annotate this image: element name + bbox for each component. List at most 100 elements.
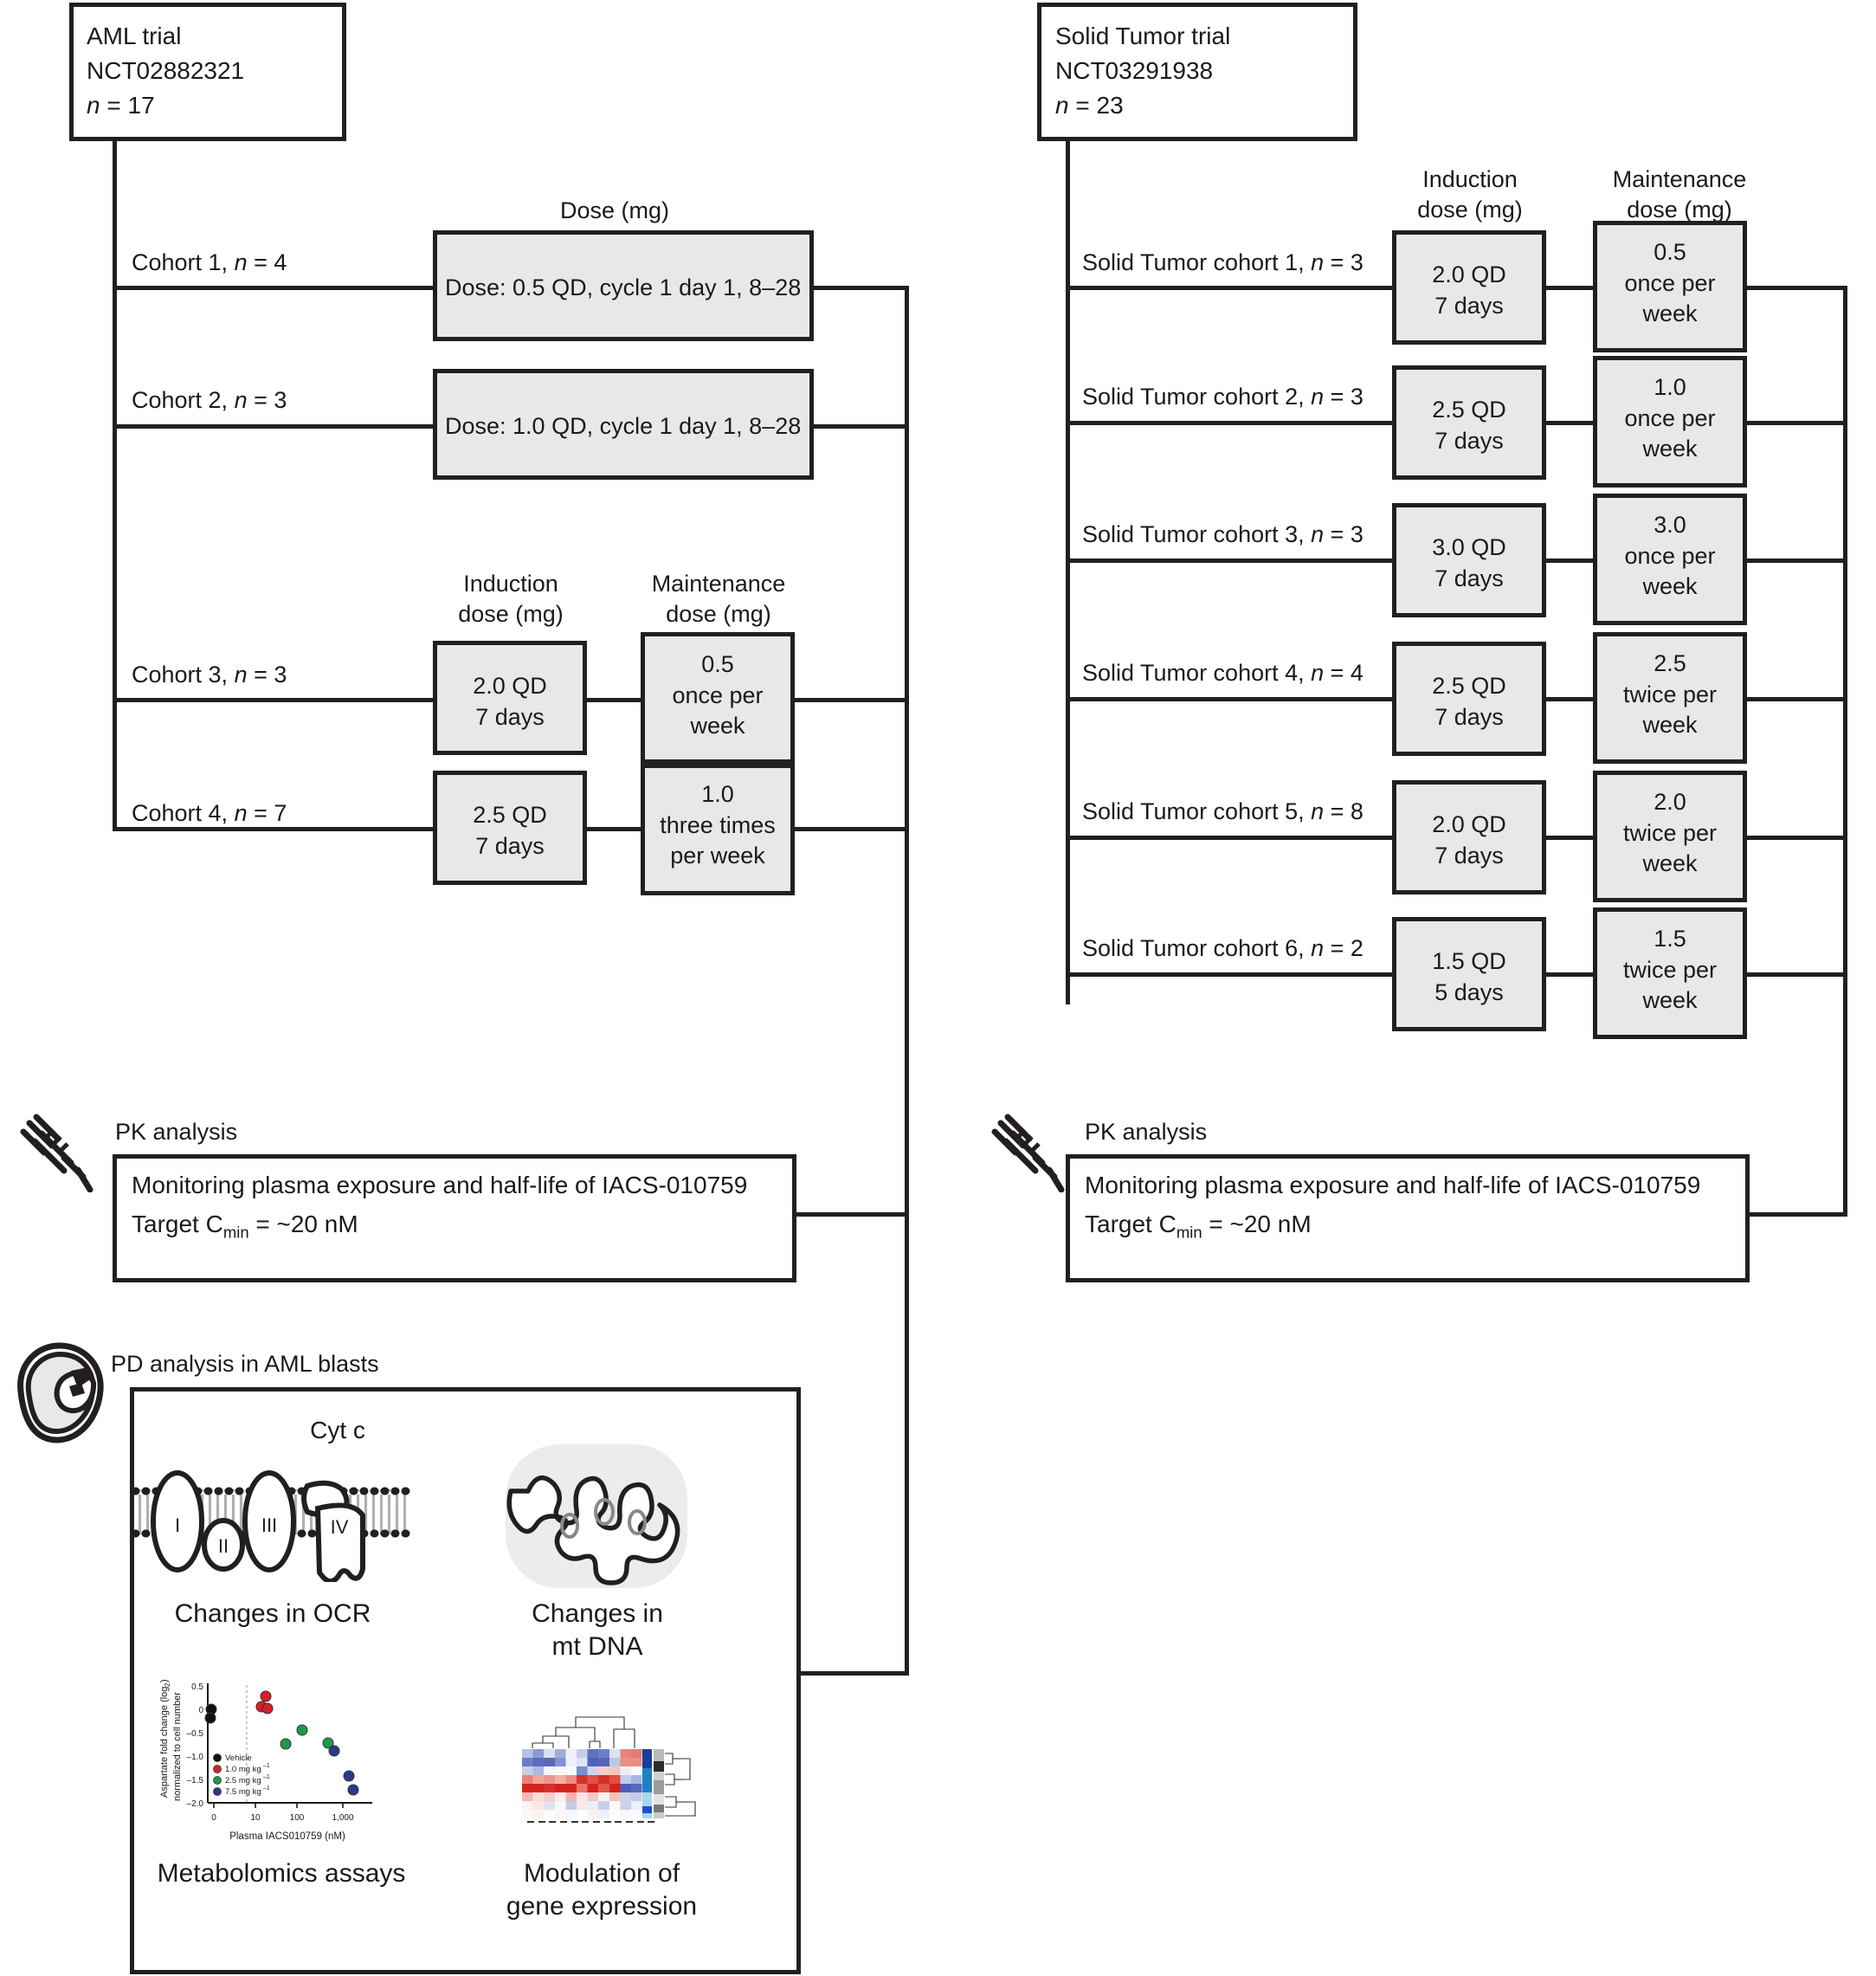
aml-cohort-4-connector [113, 827, 437, 831]
solid-tumor-cohort-4-maintenance-value: 2.5 twice per week [1622, 650, 1718, 739]
aml-cohort-1-label-post: = 4 [247, 249, 287, 275]
aml-trial-title-text: AML trial [87, 23, 182, 49]
aml-trial-n-value: = 17 [106, 91, 155, 119]
solid-tumor-cohort-5-maintenance-text: 2.0 twice per week [1593, 787, 1747, 880]
aml-cohort-3-connector [113, 698, 437, 702]
pd-caption-ocr-text: Changes in OCR [174, 1599, 371, 1628]
pd-cyt-c-label: Cyt c [260, 1415, 416, 1446]
aml-cohort-2-label-post: = 3 [247, 387, 287, 413]
aml-cohort-1-label-n: n [234, 249, 248, 275]
solid-tumor-cohort-6-label-n: n [1311, 935, 1325, 961]
svg-text:): ) [159, 1679, 170, 1682]
aml-cohort-4-maintenance-value: 1.0 three times per week [660, 781, 776, 869]
syringe-icon [991, 1114, 1065, 1192]
solid-tumor-cohort-1-induction-value: 2.0 QD 7 days [1432, 262, 1506, 319]
solid-tumor-cohort-4-connector [1066, 697, 1396, 701]
solid-tumor-cohort-3-label-n: n [1311, 521, 1325, 547]
svg-text:–1: –1 [263, 1786, 270, 1792]
solid-tumor-cohort-3-maintenance-value: 3.0 once per week [1624, 512, 1716, 600]
aml-cohort-2-label-pre: Cohort 2, [132, 387, 235, 413]
aml-trial-title: AML trial NCT02882321 n = 17 [87, 19, 346, 122]
aml-trunk-line [113, 139, 117, 831]
svg-text:Vehicle: Vehicle [225, 1753, 252, 1763]
scatter-plot: Aspartate fold change (log 2 ) normalize… [159, 1679, 372, 1842]
solid-tumor-cohort-3-label: Solid Tumor cohort 3, n = 3 [1082, 520, 1363, 550]
aml-pk-heading-text: PK analysis [115, 1119, 238, 1145]
solid-tumor-cohort-3-connector [1066, 559, 1396, 563]
svg-text:–2.0: –2.0 [187, 1799, 204, 1809]
pd-caption-gene-expression-text: Modulation of gene expression [506, 1859, 698, 1921]
solid-tumor-cohort-2-label-post: = 3 [1324, 384, 1363, 410]
svg-text:Plasma IACS010759 (nM): Plasma IACS010759 (nM) [229, 1831, 345, 1842]
solid-tumor-trial-n-value: = 23 [1075, 91, 1124, 119]
solid-tumor-cohort-3-maintenance-text: 3.0 once per week [1593, 510, 1747, 603]
aml-cohort-2-connector [113, 424, 437, 429]
pd-caption-gene-expression: Modulation of gene expression [476, 1857, 727, 1924]
solid-tumor-cohort-5-induction-value: 2.0 QD 7 days [1432, 811, 1506, 869]
aml-collector-line [905, 286, 909, 1676]
aml-cohort-4-maintenance-text: 1.0 three times per week [641, 779, 795, 872]
aml-pd-heading-text: PD analysis in AML blasts [111, 1351, 379, 1377]
solid-tumor-cohort-4-out-connector [1744, 697, 1847, 701]
solid-tumor-pk-line-2: Target Cmin = ~20 nM [1085, 1206, 1312, 1245]
solid-tumor-pk-line-2-post: = ~20 nM [1202, 1211, 1312, 1237]
solid-tumor-cohort-6-mid-connector [1543, 972, 1596, 977]
solid-tumor-pk-out-connector [1746, 1212, 1847, 1217]
solid-tumor-cohort-6-label-post: = 2 [1324, 935, 1363, 961]
solid-tumor-cohort-2-label: Solid Tumor cohort 2, n = 3 [1082, 382, 1363, 412]
aml-cohort-2-out-connector [810, 424, 909, 429]
solid-tumor-trial-registry-id: NCT03291938 [1055, 56, 1214, 84]
solid-tumor-maintenance-header-text: Maintenance dose (mg) [1612, 166, 1747, 223]
aml-cohort-3-maintenance-value: 0.5 once per week [672, 651, 764, 739]
solid-tumor-trial-n-italic: n [1055, 91, 1069, 119]
solid-tumor-cohort-2-mid-connector [1543, 421, 1596, 425]
solid-tumor-cohort-1-maintenance-text: 0.5 once per week [1593, 237, 1747, 330]
solid-tumor-cohort-1-label: Solid Tumor cohort 1, n = 3 [1082, 248, 1363, 278]
aml-cohort-4-label-n: n [234, 800, 248, 826]
solid-tumor-cohort-5-out-connector [1744, 836, 1847, 840]
solid-tumor-cohort-3-induction-text: 3.0 QD 7 days [1392, 533, 1546, 594]
solid-tumor-trial-title-text: Solid Tumor trial [1055, 23, 1231, 49]
aml-maintenance-header-text: Maintenance dose (mg) [651, 571, 786, 628]
solid-tumor-maintenance-header: Maintenance dose (mg) [1593, 165, 1766, 225]
solid-tumor-pk-line-1-text: Monitoring plasma exposure and half-life… [1085, 1172, 1701, 1198]
solid-tumor-cohort-2-label-n: n [1311, 384, 1325, 410]
aml-pk-line-1-text: Monitoring plasma exposure and half-life… [132, 1172, 748, 1198]
aml-dose-header: Dose (mg) [433, 196, 796, 226]
solid-tumor-cohort-6-maintenance-value: 1.5 twice per week [1622, 926, 1718, 1014]
aml-cohort-2-label: Cohort 2, n = 3 [132, 385, 287, 416]
aml-pk-line-1: Monitoring plasma exposure and half-life… [132, 1167, 747, 1204]
pd-caption-metabolomics: Metabolomics assays [134, 1857, 429, 1890]
aml-cohort-4-induction-text: 2.5 QD 7 days [433, 800, 587, 862]
svg-text:2.5 mg kg: 2.5 mg kg [225, 1776, 261, 1786]
solid-tumor-cohort-5-connector [1066, 836, 1396, 840]
svg-text:Aspartate fold change (log: Aspartate fold change (log [159, 1687, 170, 1798]
solid-tumor-cohort-1-mid-connector [1543, 286, 1596, 290]
solid-tumor-cohort-1-connector [1066, 286, 1396, 290]
aml-cohort-1-connector [113, 286, 437, 290]
svg-text:7.5 mg kg: 7.5 mg kg [225, 1787, 261, 1797]
solid-tumor-cohort-3-induction-value: 3.0 QD 7 days [1432, 534, 1506, 591]
solid-tumor-cohort-4-label-n: n [1311, 660, 1325, 686]
aml-cohort-3-mid-connector [583, 698, 644, 702]
aml-pk-line-2-post: = ~20 nM [248, 1211, 358, 1237]
solid-tumor-cohort-3-label-post: = 3 [1324, 521, 1363, 547]
aml-cohort-3-maintenance-text: 0.5 once per week [641, 649, 795, 742]
solid-tumor-cohort-5-induction-text: 2.0 QD 7 days [1392, 810, 1546, 871]
aml-cohort-1-label: Cohort 1, n = 4 [132, 248, 287, 278]
solid-tumor-cohort-4-label: Solid Tumor cohort 4, n = 4 [1082, 658, 1363, 688]
solid-tumor-cohort-2-label-pre: Solid Tumor cohort 2, [1082, 384, 1312, 410]
aml-cohort-2-label-n: n [234, 387, 248, 413]
solid-tumor-cohort-1-maintenance-value: 0.5 once per week [1624, 239, 1716, 327]
svg-text:IV: IV [331, 1516, 349, 1538]
aml-pk-line-2-pre: Target C [132, 1211, 223, 1237]
solid-tumor-cohort-5-label: Solid Tumor cohort 5, n = 8 [1082, 797, 1363, 827]
svg-text:–1: –1 [263, 1774, 270, 1780]
aml-cohort-4-label-post: = 7 [247, 800, 287, 826]
blast-cell-icon [17, 1342, 104, 1443]
aml-cohort-3-label-pre: Cohort 3, [132, 662, 235, 688]
aml-pk-line-2: Target Cmin = ~20 nM [132, 1206, 358, 1245]
aml-cohort-1-dose-value: Dose: 0.5 QD, cycle 1 day 1, 8–28 [445, 274, 802, 300]
aml-cohort-3-out-connector [791, 698, 909, 702]
solid-tumor-cohort-5-label-pre: Solid Tumor cohort 5, [1082, 798, 1312, 824]
